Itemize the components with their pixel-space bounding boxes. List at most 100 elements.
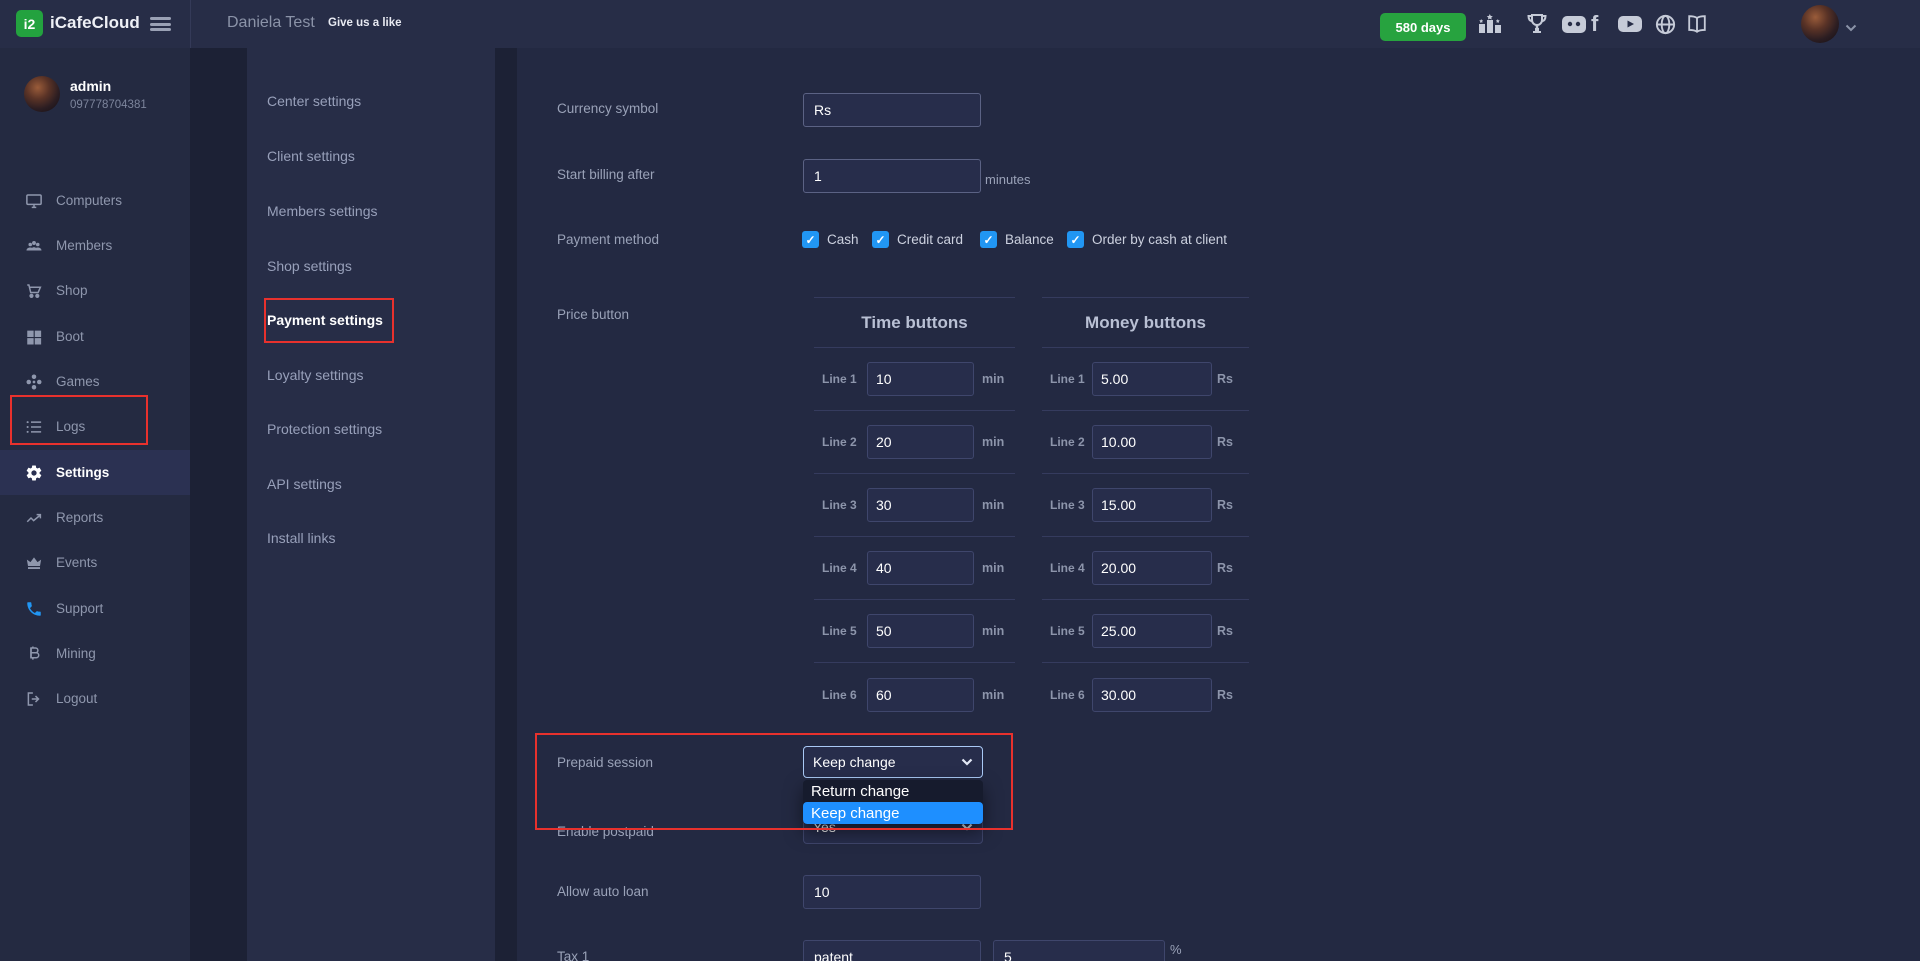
- youtube-icon[interactable]: [1616, 0, 1644, 48]
- time-line6-input[interactable]: [867, 678, 974, 712]
- discord-icon[interactable]: [1560, 0, 1588, 48]
- logo-icon[interactable]: i2: [16, 10, 43, 37]
- currency-symbol-label: Currency symbol: [557, 101, 658, 116]
- table-row: Line 4 Rs: [1042, 537, 1249, 600]
- checkbox-balance[interactable]: ✓ Balance: [980, 231, 1054, 248]
- logo-text[interactable]: iCafeCloud: [50, 13, 140, 33]
- facebook-icon[interactable]: f: [1591, 0, 1598, 48]
- money-line6-input[interactable]: [1092, 678, 1212, 712]
- allow-auto-loan-input[interactable]: [803, 875, 981, 909]
- sidebar-item-games[interactable]: Games: [0, 359, 190, 404]
- crown-icon: [25, 554, 43, 572]
- table-row: Line 5 min: [814, 600, 1015, 663]
- settings-nav-members[interactable]: Members settings: [267, 203, 377, 219]
- checkbox-checked-icon: ✓: [802, 231, 819, 248]
- time-line3-input[interactable]: [867, 488, 974, 522]
- checkbox-checked-icon: ✓: [872, 231, 889, 248]
- money-line4-input[interactable]: [1092, 551, 1212, 585]
- start-billing-label: Start billing after: [557, 167, 655, 182]
- settings-nav-center[interactable]: Center settings: [267, 93, 361, 109]
- sidebar-item-settings[interactable]: Settings: [0, 450, 190, 495]
- settings-nav-install[interactable]: Install links: [267, 530, 335, 546]
- manual-book-icon[interactable]: [1685, 0, 1709, 48]
- sidebar: admin 097778704381 Computers Members Sho…: [0, 48, 190, 961]
- table-row: Line 3 min: [814, 474, 1015, 537]
- money-line5-input[interactable]: [1092, 614, 1212, 648]
- settings-nav-loyalty[interactable]: Loyalty settings: [267, 367, 364, 383]
- tax1-name-input[interactable]: [803, 940, 981, 961]
- money-line1-input[interactable]: [1092, 362, 1212, 396]
- time-line4-input[interactable]: [867, 551, 974, 585]
- money-line2-input[interactable]: [1092, 425, 1212, 459]
- payment-method-label: Payment method: [557, 232, 659, 247]
- checkbox-cash[interactable]: ✓ Cash: [802, 231, 859, 248]
- sidebar-item-boot[interactable]: Boot: [0, 314, 190, 359]
- checkbox-checked-icon: ✓: [980, 231, 997, 248]
- time-buttons-header: Time buttons: [814, 297, 1015, 348]
- enable-postpaid-label: Enable postpaid: [557, 824, 654, 839]
- sidebar-user-name: admin: [70, 78, 111, 94]
- settings-nav-payment[interactable]: Payment settings: [267, 312, 383, 328]
- table-row: Line 5 Rs: [1042, 600, 1249, 663]
- tax1-percent-input[interactable]: [993, 940, 1165, 961]
- hamburger-menu-icon[interactable]: [150, 17, 171, 31]
- table-row: Line 1 min: [814, 348, 1015, 411]
- give-us-a-like-link[interactable]: Give us a like: [328, 17, 402, 29]
- trophy-icon[interactable]: [1524, 0, 1550, 48]
- allow-auto-loan-label: Allow auto loan: [557, 884, 649, 899]
- phone-icon: [25, 600, 43, 618]
- settings-nav-shop[interactable]: Shop settings: [267, 258, 352, 274]
- chevron-down-icon: [961, 758, 973, 766]
- time-buttons-table: Time buttons Line 1 min Line 2 min Line …: [814, 297, 1015, 726]
- checkbox-credit-card[interactable]: ✓ Credit card: [872, 231, 963, 248]
- sidebar-item-shop[interactable]: Shop: [0, 268, 190, 313]
- sidebar-item-mining[interactable]: Mining: [0, 631, 190, 676]
- sidebar-user-avatar[interactable]: [24, 76, 60, 112]
- checkbox-checked-icon: ✓: [1067, 231, 1084, 248]
- table-row: Line 2 min: [814, 411, 1015, 474]
- settings-nav-panel: Center settings Client settings Members …: [247, 48, 495, 961]
- percent-unit: %: [1170, 942, 1182, 957]
- sidebar-item-logs[interactable]: Logs: [0, 404, 190, 449]
- checkbox-order-by-cash[interactable]: ✓ Order by cash at client: [1067, 231, 1227, 248]
- dropdown-option-return-change[interactable]: Return change: [803, 780, 983, 802]
- start-billing-input[interactable]: [803, 159, 981, 193]
- time-line5-input[interactable]: [867, 614, 974, 648]
- settings-nav-protection[interactable]: Protection settings: [267, 421, 382, 437]
- windows-icon: [25, 328, 43, 346]
- chart-icon: [25, 509, 43, 527]
- list-icon: [25, 418, 43, 436]
- gamepad-icon: [25, 373, 43, 391]
- logout-icon: [25, 690, 43, 708]
- settings-nav-api[interactable]: API settings: [267, 476, 342, 492]
- table-row: Line 4 min: [814, 537, 1015, 600]
- prepaid-session-select[interactable]: Keep change: [803, 746, 983, 778]
- dropdown-option-keep-change[interactable]: Keep change: [803, 802, 983, 824]
- leaderboard-icon[interactable]: [1476, 0, 1504, 48]
- prepaid-session-label: Prepaid session: [557, 755, 653, 770]
- sidebar-item-logout[interactable]: Logout: [0, 676, 190, 721]
- table-row: Line 3 Rs: [1042, 474, 1249, 537]
- user-avatar[interactable]: [1801, 5, 1839, 43]
- sidebar-item-computers[interactable]: Computers: [0, 178, 190, 223]
- time-line1-input[interactable]: [867, 362, 974, 396]
- globe-icon[interactable]: [1654, 0, 1677, 48]
- users-icon: [25, 237, 43, 255]
- chevron-down-icon: [961, 823, 973, 831]
- currency-symbol-input[interactable]: [803, 93, 981, 127]
- table-row: Line 6 min: [814, 663, 1015, 726]
- table-row: Line 6 Rs: [1042, 663, 1249, 726]
- time-line2-input[interactable]: [867, 425, 974, 459]
- sidebar-item-reports[interactable]: Reports: [0, 495, 190, 540]
- table-row: Line 2 Rs: [1042, 411, 1249, 474]
- license-days-badge[interactable]: 580 days: [1380, 13, 1466, 41]
- sidebar-item-members[interactable]: Members: [0, 223, 190, 268]
- chevron-down-icon[interactable]: [1845, 19, 1857, 37]
- money-line3-input[interactable]: [1092, 488, 1212, 522]
- prepaid-session-dropdown: Return change Keep change: [803, 780, 983, 824]
- money-buttons-table: Money buttons Line 1 Rs Line 2 Rs Line 3…: [1042, 297, 1249, 726]
- sidebar-item-events[interactable]: Events: [0, 540, 190, 585]
- settings-nav-client[interactable]: Client settings: [267, 148, 355, 164]
- topbar: i2 iCafeCloud Daniela Test Give us a lik…: [0, 0, 1920, 48]
- sidebar-item-support[interactable]: Support: [0, 586, 190, 631]
